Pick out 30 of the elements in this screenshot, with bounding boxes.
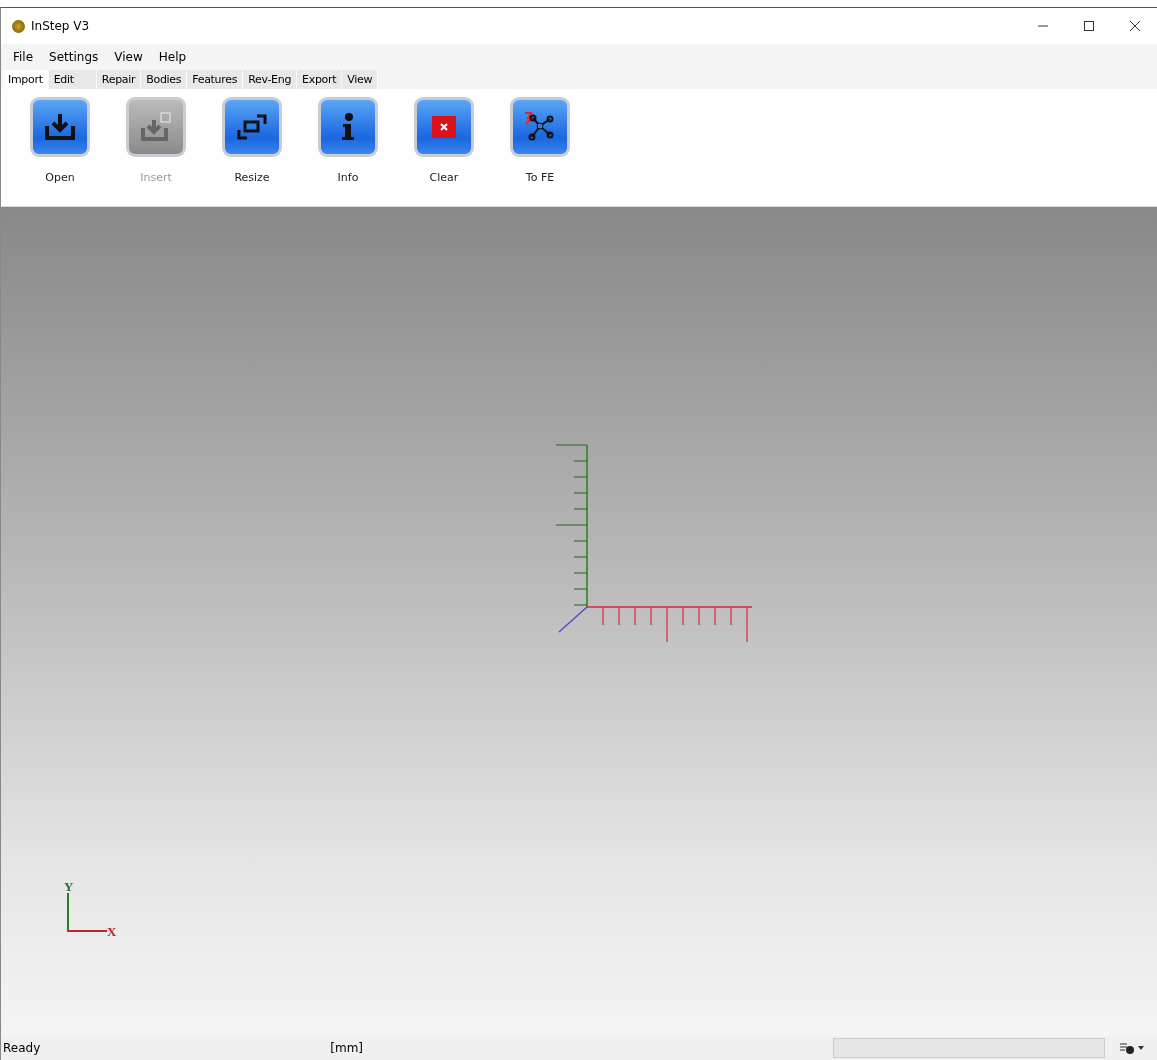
ribbon-tab[interactable]: Bodies [141,70,188,89]
status-message: Ready [3,1041,41,1055]
3d-viewport[interactable]: Y X [1,207,1157,1036]
insert-icon [139,112,173,142]
ribbon-tab[interactable]: Export [297,70,343,89]
download-icon [43,112,77,142]
info-list-icon[interactable] [1119,1042,1145,1054]
ribbon-tab[interactable]: Repair [96,70,142,89]
ribbon-tab[interactable]: View [342,70,379,89]
window-title: InStep V3 [31,19,90,33]
axis-triad-drawing: Y X [55,879,135,939]
menu-item[interactable]: Settings [49,50,99,64]
ribbon-tab[interactable]: Import [3,70,49,89]
ribbon-tab[interactable]: Features [187,70,244,89]
resize-icon [235,112,269,142]
ribbon-tab[interactable]: Edit [48,70,97,89]
maximize-icon [1083,20,1095,32]
units-label: [mm] [330,1041,363,1055]
close-icon [1129,20,1141,32]
toolbar-button[interactable]: To FE [499,97,581,206]
toolbar-button[interactable]: Resize [211,97,293,206]
app-logo-icon [12,19,25,33]
menu-item[interactable]: Help [158,50,187,64]
toolbar-button[interactable]: Clear [403,97,485,206]
menu-item[interactable]: File [13,50,34,64]
ribbon-tab[interactable]: Rev-Eng [243,70,298,89]
toolbar-button[interactable]: Info [307,97,389,206]
clear-icon [431,115,457,139]
toolbar-button[interactable]: Open [19,97,101,206]
menu-item[interactable]: View [114,50,143,64]
